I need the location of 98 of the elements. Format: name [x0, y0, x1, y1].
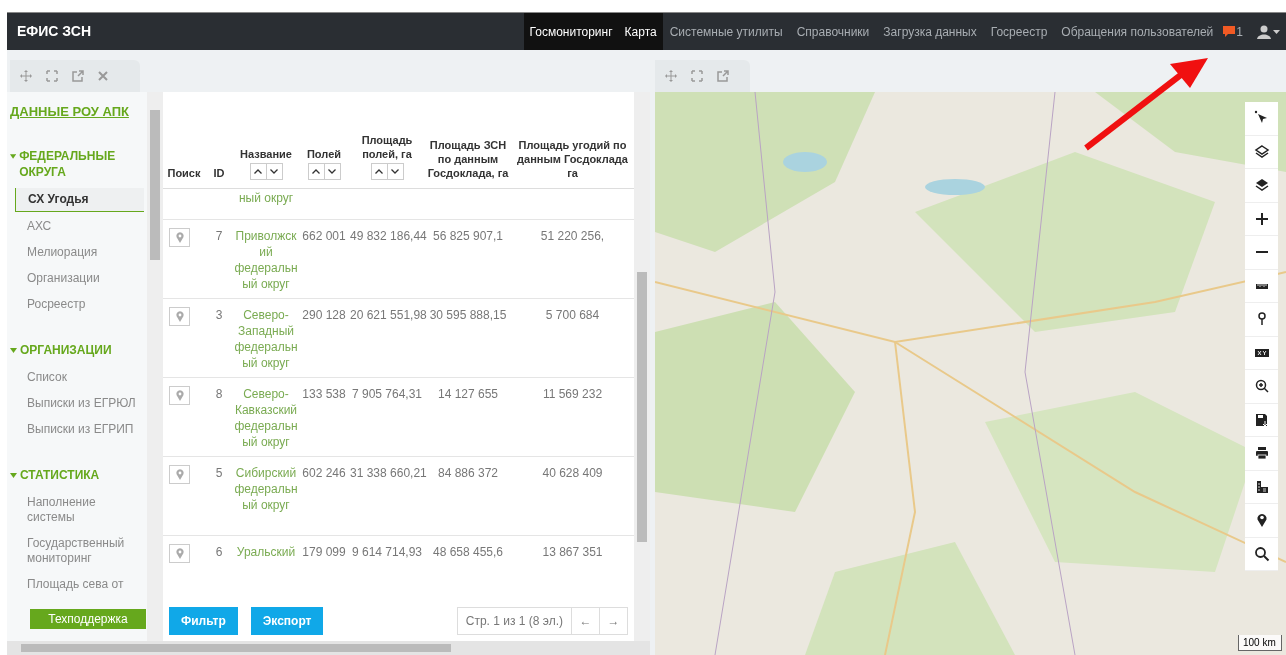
sort-up-icon[interactable] — [254, 168, 262, 174]
table-cell[interactable]: Северо-Кавказский федеральный округ — [234, 385, 298, 450]
horizontal-scrollbar[interactable] — [7, 641, 650, 655]
table-cell: 7 905 764,31 — [350, 385, 424, 402]
zoom-search-icon[interactable] — [1253, 378, 1270, 395]
sort-up-icon[interactable] — [312, 168, 320, 174]
search-icon[interactable] — [1253, 545, 1270, 562]
save-icon[interactable] — [1253, 411, 1270, 428]
nav-link[interactable]: Справочники — [789, 13, 877, 50]
table-cell: ный округ — [238, 190, 294, 205]
table-cell-text: 290 128 — [301, 306, 347, 323]
layers-icon[interactable] — [1253, 143, 1270, 160]
map-pin-icon — [175, 468, 184, 480]
action-button[interactable]: Экспорт — [250, 607, 324, 635]
column-header: Площадь полей, га — [360, 132, 414, 161]
map-pin-icon — [175, 231, 184, 243]
table-cell-text: 13 867 351 — [541, 543, 604, 560]
support-button[interactable]: Техподдержка — [30, 609, 146, 629]
sort-down-icon[interactable] — [328, 168, 336, 174]
sidebar-item[interactable]: Государственный мониторинг — [10, 531, 147, 570]
table-cell-text: 51 220 256, — [539, 227, 606, 244]
caret-down-icon — [10, 347, 17, 353]
sort-up-icon[interactable] — [375, 168, 383, 174]
column-header: Поиск — [166, 165, 202, 180]
column-header: ID — [212, 165, 226, 180]
sort-down-icon[interactable] — [391, 168, 399, 174]
table-cell-text: 179 099 — [301, 543, 347, 560]
column-header: Полей — [305, 146, 343, 161]
zoom-in-icon[interactable] — [1253, 210, 1270, 227]
sidebar-title[interactable]: ДАННЫЕ РОУ АПК — [10, 102, 147, 122]
table-cell-text: 662 001 — [301, 227, 347, 244]
table-cell-text: 30 595 888,15 — [428, 306, 508, 323]
table-cell-text: 56 825 907,1 — [431, 227, 505, 244]
table-cell-text: 48 658 455,6 — [431, 543, 505, 560]
nav-link[interactable]: Карта — [618, 13, 663, 50]
chat-icon — [1223, 26, 1236, 37]
table-cell-text: 40 628 409 — [541, 464, 604, 481]
page-info: Стр. 1 из 1 (8 эл.) — [464, 613, 564, 630]
table-cell: 20 621 551,98 — [350, 306, 424, 323]
scale-bar: 100 km — [1238, 635, 1282, 651]
nav-link[interactable]: Загрузка данных — [876, 13, 984, 50]
column-header: Площадь угодий по данным Госдоклада га — [516, 137, 629, 180]
table-cell-text: 84 886 372 — [436, 464, 500, 481]
nav-link[interactable]: Системные утилиты — [662, 13, 790, 50]
section-title: ОРГАНИЗАЦИИ — [20, 341, 112, 358]
user-icon[interactable] — [1257, 24, 1271, 39]
sidebar-section-header[interactable]: ОРГАНИЗАЦИИ — [10, 341, 147, 358]
table-cell-text: 3 — [214, 306, 224, 323]
table-cell-text: 14 127 655 — [436, 385, 500, 402]
sidebar-item[interactable]: СХ Угодья — [15, 187, 144, 212]
table-cell-text: 133 538 — [301, 385, 347, 402]
sidebar-item[interactable]: Организации — [10, 266, 147, 290]
next-page-button[interactable]: → — [599, 608, 627, 634]
table-cell[interactable]: Уральский — [234, 543, 298, 560]
column-header: Название — [239, 146, 293, 161]
prev-page-button[interactable]: ← — [571, 608, 599, 634]
scrollbar[interactable] — [147, 92, 163, 641]
table-cell-text: 5 — [214, 464, 224, 481]
layers-icon[interactable] — [1253, 177, 1270, 194]
caret-icon[interactable] — [1273, 29, 1280, 34]
print-icon[interactable] — [1253, 445, 1270, 462]
sidebar-section-header[interactable]: СТАТИСТИКА — [10, 466, 147, 483]
column-header: Площадь ЗСН по данным Госдоклада, га — [427, 137, 509, 180]
map-pin-icon — [175, 389, 184, 401]
sidebar-item[interactable]: Наполнение системы — [10, 490, 147, 529]
table-cell-text: 11 569 232 — [541, 385, 604, 402]
sidebar-item[interactable]: Выписки из ЕГРЮЛ — [10, 391, 147, 415]
section-title: ФЕДЕРАЛЬНЫЕ ОКРУГА — [19, 147, 117, 180]
scrollbar[interactable] — [634, 92, 650, 641]
table-cell-text: 602 246 — [301, 464, 347, 481]
caret-down-icon — [10, 153, 17, 159]
sidebar-item[interactable]: Площадь сева от — [10, 572, 147, 596]
sidebar-item[interactable]: Выписки из ЕГРИП — [10, 417, 147, 441]
table-cell-text: 5 700 684 — [544, 306, 601, 323]
nav-link[interactable]: Госмониторинг — [523, 13, 619, 50]
table-cell-text: 7 — [214, 227, 224, 244]
map-pin-icon — [175, 547, 184, 559]
sort-down-icon[interactable] — [270, 168, 278, 174]
sidebar-item[interactable]: Список — [10, 365, 147, 389]
table-cell[interactable]: Северо-Западный федеральный округ — [234, 306, 298, 371]
table-cell: 31 338 660,21 — [350, 464, 424, 481]
app-title: ЕФИС ЗСН — [16, 22, 91, 41]
table-cell[interactable]: Сибирский федеральный округ — [234, 464, 298, 513]
sidebar-item[interactable]: Росреестр — [10, 292, 147, 316]
nav-link[interactable]: Обращения пользователей — [1054, 13, 1221, 50]
sidebar-item[interactable]: Мелиорация — [10, 240, 147, 264]
table-cell[interactable]: Приволжский федеральный округ — [234, 227, 298, 292]
table-cell-text: 8 — [214, 385, 224, 402]
nav-link[interactable]: Госреестр — [983, 13, 1055, 50]
section-title: СТАТИСТИКА — [20, 466, 100, 483]
sidebar-item[interactable]: АХС — [10, 214, 147, 238]
notification-count: 1 — [1236, 23, 1243, 41]
table-cell: 9 614 714,93 — [350, 543, 424, 560]
table-cell-text: 6 — [214, 543, 224, 560]
map-pin-icon — [175, 310, 184, 322]
caret-down-icon — [10, 472, 17, 478]
sidebar-section-header[interactable]: ФЕДЕРАЛЬНЫЕ ОКРУГА — [10, 147, 147, 180]
action-button[interactable]: Фильтр — [169, 607, 238, 635]
